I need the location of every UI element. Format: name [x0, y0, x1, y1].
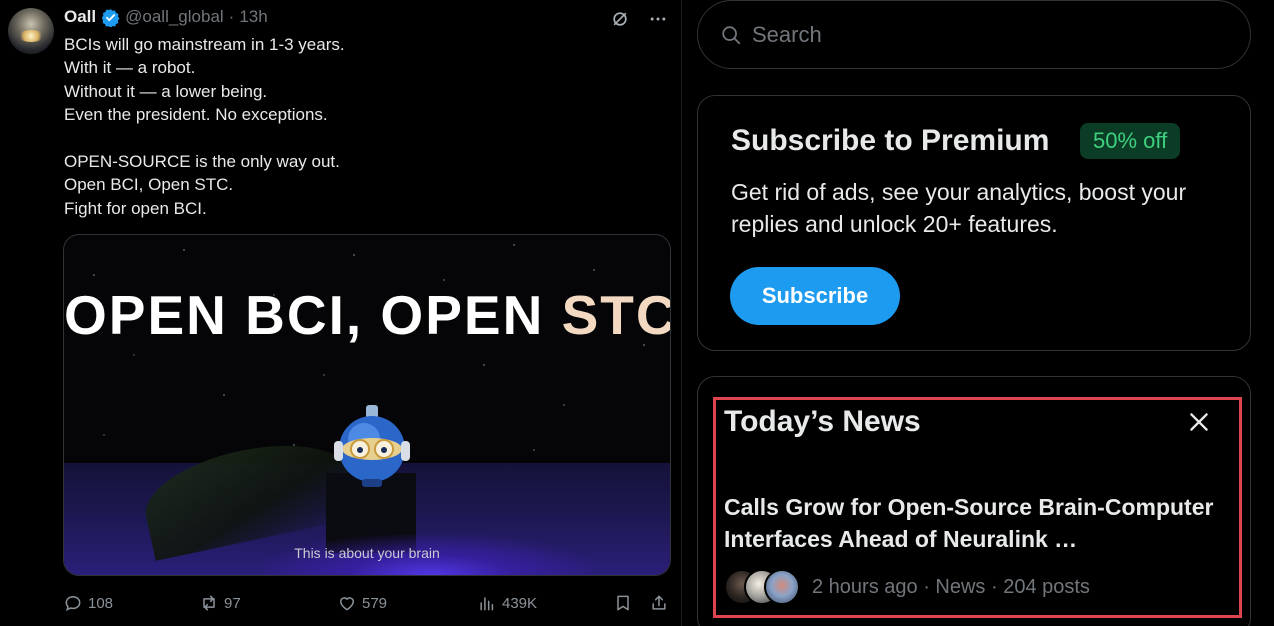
tweet-time[interactable]: 13h — [239, 7, 267, 27]
like-count: 579 — [362, 594, 388, 612]
media-title: OPEN BCI, OPEN STC! — [64, 283, 670, 347]
tweet-line: Open BCI, Open STC. — [64, 175, 234, 195]
media-title-part1: OPEN BCI, OPEN — [64, 284, 562, 346]
header-separator: · — [228, 7, 235, 26]
author-name[interactable]: Oall — [64, 7, 96, 27]
tweet-line: Without it — a lower being. — [64, 81, 268, 101]
tweet-line: Even the president. No exceptions. — [64, 105, 328, 125]
reply-icon — [65, 595, 81, 612]
tweet-line: OPEN-SOURCE is the only way out. — [64, 152, 340, 172]
bookmark-button[interactable] — [613, 590, 633, 616]
subscribe-button[interactable]: Subscribe — [730, 267, 900, 325]
grok-icon[interactable] — [609, 8, 631, 30]
tweet-line — [64, 127, 664, 150]
more-options-icon[interactable] — [647, 8, 669, 30]
robot-mascot-icon — [334, 405, 410, 487]
media-title-part2: STC! — [561, 284, 670, 346]
repost-count: 97 — [224, 594, 241, 612]
premium-title: Subscribe to Premium — [731, 124, 1050, 157]
repost-icon — [203, 595, 215, 611]
views-chart-icon — [480, 597, 494, 611]
repost-button[interactable]: 97 — [199, 590, 241, 616]
premium-description: Get rid of ads, see your analytics, boos… — [731, 179, 1187, 237]
tweet-header-actions — [609, 8, 669, 30]
verified-badge-icon — [101, 8, 120, 27]
tweet-header: Oall @oall_global · 13h — [64, 7, 268, 27]
tweet-text: BCIs will go mainstream in 1-3 years. Wi… — [64, 33, 664, 220]
search-icon — [722, 25, 741, 44]
tweet-column: Oall @oall_global · 13h BCIs will go mai… — [0, 0, 682, 626]
discount-badge: 50% off — [1080, 123, 1181, 159]
highlight-box — [713, 397, 1242, 618]
tweet-line: BCIs will go mainstream in 1-3 years. — [64, 35, 345, 54]
premium-card: Subscribe to Premium 50% off Get rid of … — [697, 95, 1251, 351]
heart-icon — [339, 597, 355, 611]
tweet-action-bar: 108 97 579 439K — [63, 590, 671, 616]
bookmark-icon — [617, 595, 629, 611]
tweet-line: Fight for open BCI. — [64, 198, 207, 218]
author-handle[interactable]: @oall_global — [125, 7, 224, 27]
views-button[interactable]: 439K — [477, 590, 537, 616]
reply-count: 108 — [88, 594, 114, 612]
search-box[interactable]: Search — [697, 0, 1251, 69]
search-input[interactable]: Search — [752, 22, 822, 48]
tweet-media-video[interactable]: OPEN BCI, OPEN STC! This is about your b… — [63, 234, 671, 576]
like-button[interactable]: 579 — [337, 590, 387, 616]
media-caption: This is about your brain — [294, 545, 440, 561]
author-avatar[interactable] — [8, 8, 54, 54]
tweet-line: With it — a robot. — [64, 58, 196, 78]
view-count: 439K — [502, 594, 538, 612]
reply-button[interactable]: 108 — [63, 590, 113, 616]
share-icon — [652, 595, 666, 610]
share-button[interactable] — [649, 590, 669, 616]
